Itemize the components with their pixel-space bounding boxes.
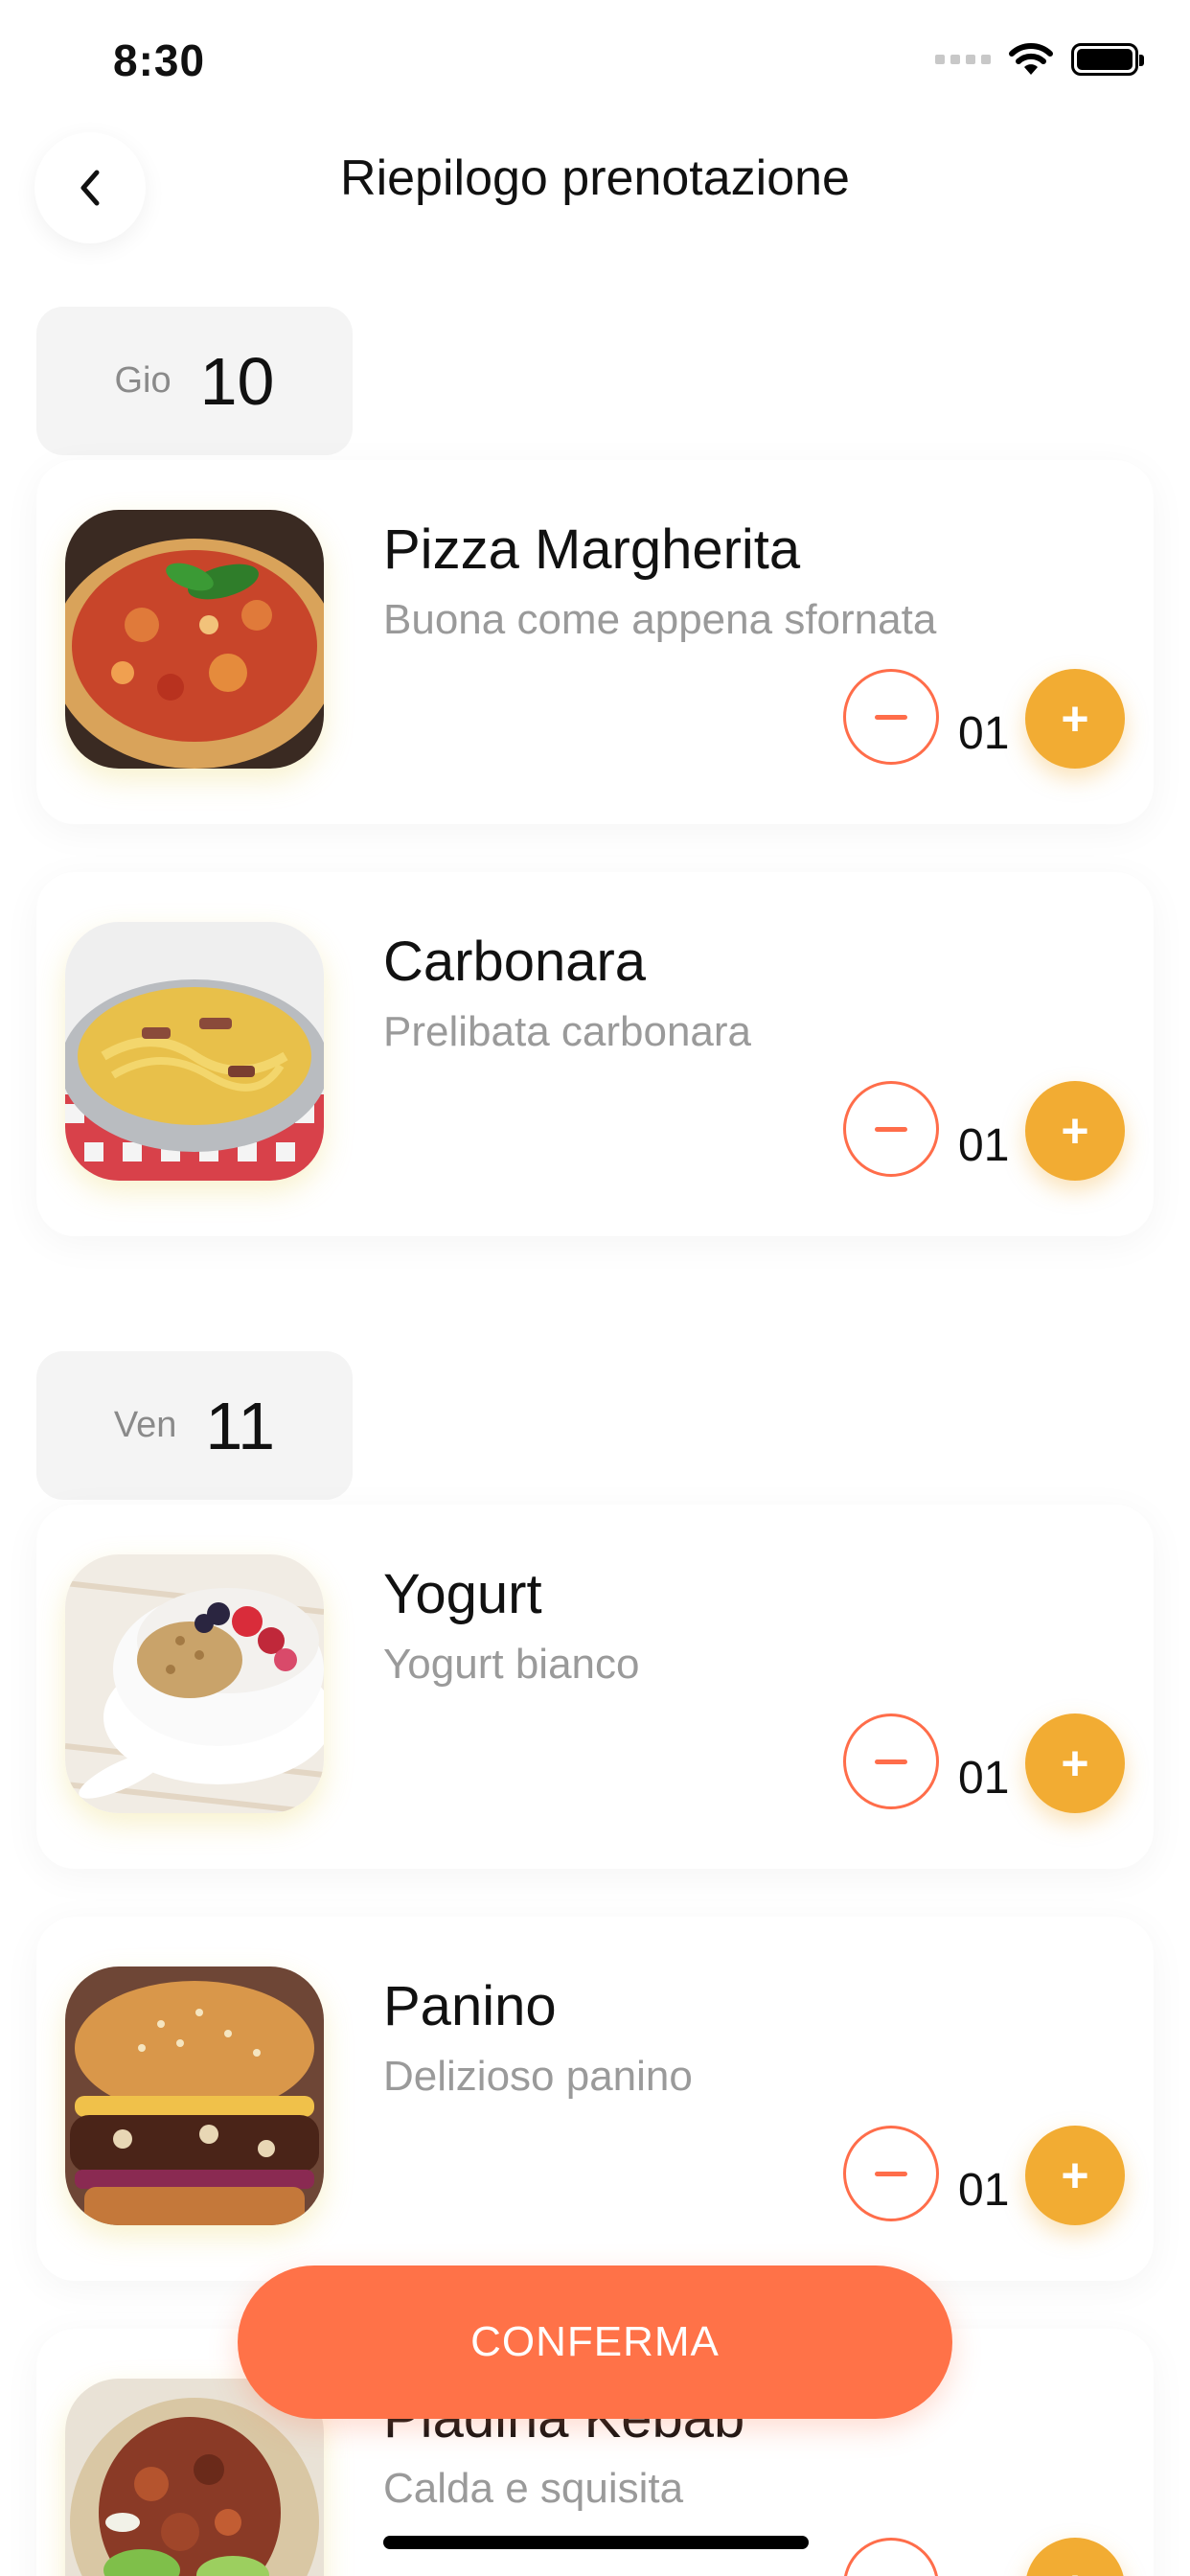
plus-icon: + <box>1061 2560 1088 2576</box>
item-description: Prelibata carbonara <box>383 1008 752 1055</box>
burger-image <box>65 1966 324 2225</box>
page-title: Riepilogo prenotazione <box>340 150 850 206</box>
increase-quantity-button[interactable]: + <box>1025 2538 1125 2576</box>
day-chip-ven: Ven 11 <box>36 1351 353 1500</box>
signal-icon <box>935 55 991 64</box>
pizza-image <box>65 510 324 769</box>
increase-quantity-button[interactable]: + <box>1025 1081 1125 1181</box>
day-chip-gio: Gio 10 <box>36 307 353 455</box>
item-name: Yogurt <box>383 1563 542 1625</box>
minus-icon <box>875 714 907 720</box>
decrease-quantity-button[interactable] <box>843 669 939 765</box>
increase-quantity-button[interactable]: + <box>1025 1714 1125 1813</box>
item-description: Delizioso panino <box>383 2053 693 2100</box>
quantity-value: 01 <box>958 1753 1010 1804</box>
quantity-value: 01 <box>958 708 1010 759</box>
minus-icon <box>875 2171 907 2176</box>
plus-icon: + <box>1061 1736 1089 1790</box>
status-icons <box>935 42 1144 77</box>
plus-icon: + <box>1061 692 1089 746</box>
food-card-yogurt: Yogurt Yogurt bianco 01 + <box>36 1505 1154 1869</box>
status-time: 8:30 <box>113 35 206 85</box>
food-card-pizza: Pizza Margherita Buona come appena sforn… <box>36 460 1154 824</box>
item-description: Buona come appena sfornata <box>383 596 937 643</box>
day-name: Ven <box>113 1405 177 1445</box>
plus-icon: + <box>1061 2149 1089 2202</box>
increase-quantity-button[interactable]: + <box>1025 669 1125 769</box>
home-indicator <box>383 2536 809 2549</box>
decrease-quantity-button[interactable] <box>843 2126 939 2221</box>
increase-quantity-button[interactable]: + <box>1025 2126 1125 2225</box>
yogurt-image <box>65 1554 324 1813</box>
quantity-value: 01 <box>958 1120 1010 1171</box>
item-description: Yogurt bianco <box>383 1641 640 1688</box>
food-card-carbonara: Carbonara Prelibata carbonara 01 + <box>36 872 1154 1236</box>
battery-icon <box>1071 43 1144 76</box>
decrease-quantity-button[interactable] <box>843 2538 939 2576</box>
item-name: Carbonara <box>383 931 647 993</box>
decrease-quantity-button[interactable] <box>843 1714 939 1809</box>
wifi-icon <box>1008 42 1054 77</box>
minus-icon <box>875 1759 907 1764</box>
day-number: 11 <box>205 1388 276 1463</box>
quantity-value: 01 <box>958 2165 1010 2216</box>
decrease-quantity-button[interactable] <box>843 1081 939 1177</box>
plus-icon: + <box>1061 1104 1089 1158</box>
item-name: Pizza Margherita <box>383 518 801 581</box>
confirm-button[interactable]: CONFERMA <box>238 2266 952 2419</box>
day-number: 10 <box>199 343 275 419</box>
food-card-panino: Panino Delizioso panino 01 + <box>36 1917 1154 2281</box>
carbonara-image <box>65 922 324 1181</box>
item-name: Panino <box>383 1975 557 2037</box>
booking-summary-screen: 8:30 Riepilogo prenotazione Gio 10 Pizza… <box>0 0 1190 2576</box>
day-name: Gio <box>114 360 172 401</box>
item-description: Calda e squisita <box>383 2465 684 2512</box>
minus-icon <box>875 1126 907 1132</box>
